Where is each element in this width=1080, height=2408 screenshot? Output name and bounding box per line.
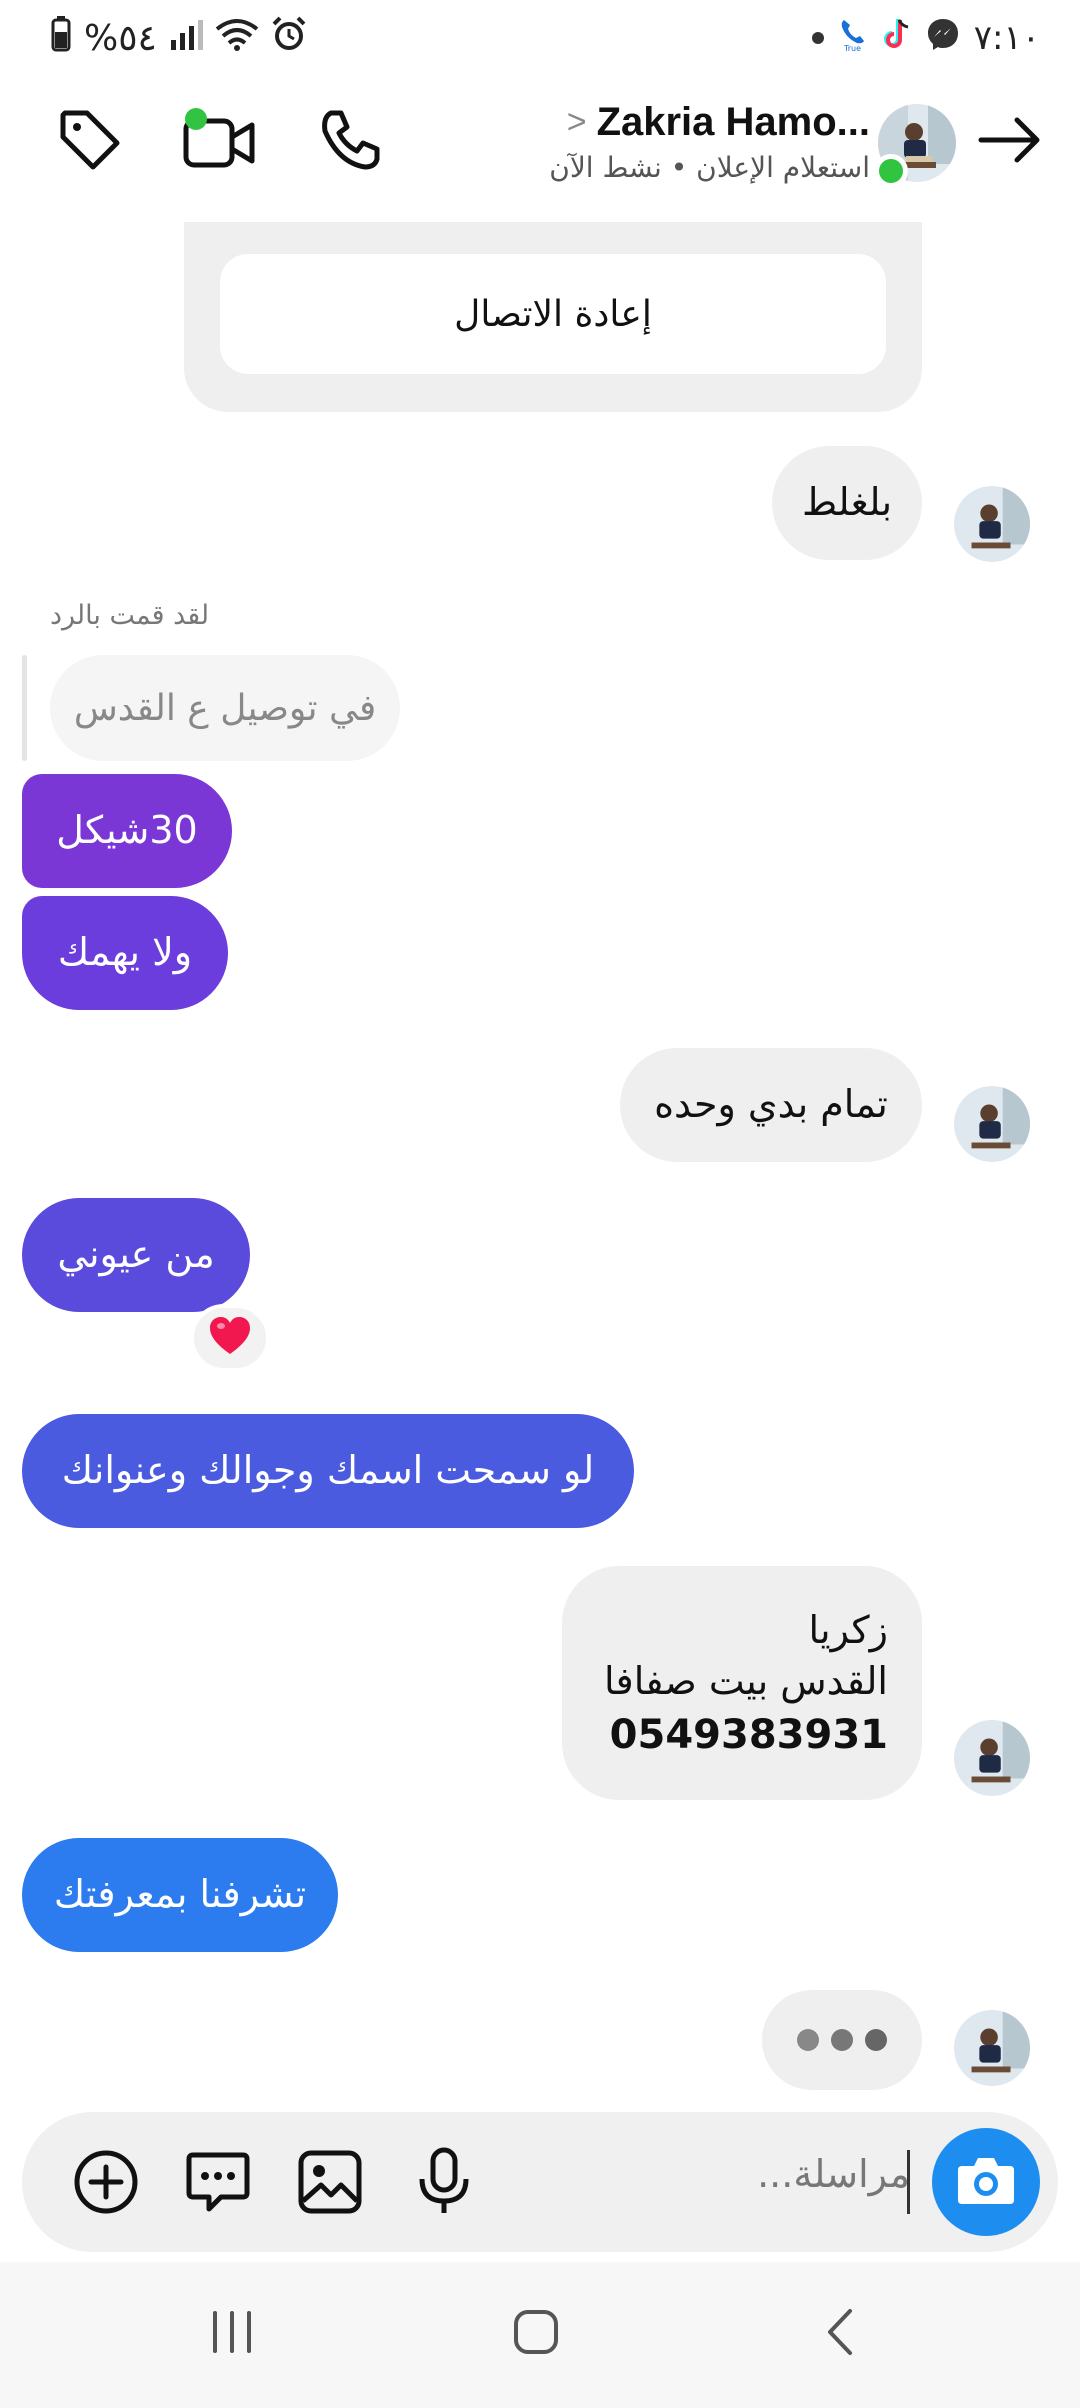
tiktok-icon <box>882 17 912 60</box>
typing-dot <box>797 2029 819 2051</box>
contact-status: استعلام الإعلان • نشط الآن <box>549 151 870 184</box>
outgoing-message[interactable]: تشرفنا بمعرفتك <box>22 1838 338 1952</box>
signal-icon <box>169 18 203 59</box>
sender-avatar <box>954 486 1030 562</box>
outgoing-message[interactable]: 30شيكل <box>22 774 232 888</box>
incoming-message[interactable]: بلغلط <box>772 446 922 560</box>
home-icon[interactable] <box>496 2292 576 2372</box>
messenger-icon <box>926 17 960 60</box>
outgoing-message[interactable]: من عيوني <box>22 1198 250 1312</box>
phone-number[interactable]: 0549383931 <box>610 1710 888 1760</box>
outgoing-message[interactable]: لو سمحت اسمك وجوالك وعنوانك <box>22 1414 634 1528</box>
status-right: True ٧:١٠ <box>811 14 1040 62</box>
reaction-badge[interactable] <box>190 1304 270 1372</box>
svg-text:True: True <box>843 44 861 52</box>
contact-info[interactable]: > Zakria Hamo... استعلام الإعلان • نشط ا… <box>450 100 870 184</box>
camera-icon <box>956 2154 1016 2210</box>
outgoing-message[interactable]: ولا يهمك <box>22 896 228 1010</box>
add-icon[interactable] <box>66 2142 146 2222</box>
alarm-icon <box>271 16 307 61</box>
call-card: إعادة الاتصال <box>184 222 922 412</box>
battery-icon <box>50 15 72 61</box>
contact-name: Zakria Hamo... <box>596 100 870 144</box>
status-bar: %٥٤ True ٧:١٠ <box>0 0 1080 76</box>
chat-bubble-icon[interactable] <box>178 2142 258 2222</box>
typing-dot <box>831 2029 853 2051</box>
sender-avatar <box>954 2010 1030 2086</box>
message-input[interactable]: مراسلة... <box>757 2152 910 2196</box>
status-left: %٥٤ <box>50 14 307 62</box>
video-call-icon[interactable] <box>180 100 260 180</box>
incoming-message-contact-details[interactable]: زكريا القدس بيت صفافا 0549383931 <box>562 1566 922 1800</box>
battery-percent: %٥٤ <box>84 17 157 59</box>
notification-dot-icon <box>811 32 824 44</box>
online-status-dot <box>874 154 908 188</box>
incoming-message[interactable]: تمام بدي وحده <box>620 1048 922 1162</box>
sender-avatar <box>954 1720 1030 1796</box>
system-nav-bar <box>0 2262 1080 2408</box>
heart-icon <box>208 1316 252 1360</box>
reply-label: لقد قمت بالرد <box>50 600 210 631</box>
chat-header: > Zakria Hamo... استعلام الإعلان • نشط ا… <box>0 80 1080 210</box>
sender-avatar <box>954 1086 1030 1162</box>
redial-button[interactable]: إعادة الاتصال <box>220 254 886 374</box>
microphone-icon[interactable] <box>404 2142 484 2222</box>
contact-title[interactable]: > Zakria Hamo... <box>450 100 870 145</box>
tag-icon[interactable] <box>50 100 130 180</box>
phone-true-icon: True <box>838 16 868 61</box>
image-gallery-icon[interactable] <box>290 2142 370 2222</box>
message-line: القدس بيت صفافا <box>603 1659 888 1703</box>
chevron-right-icon: > <box>566 103 587 141</box>
message-composer: مراسلة... <box>22 2112 1058 2252</box>
back-nav-icon[interactable] <box>800 2292 880 2372</box>
back-arrow-icon[interactable] <box>970 100 1050 180</box>
text-caret <box>907 2150 910 2214</box>
camera-button[interactable] <box>932 2128 1040 2236</box>
message-line: زكريا <box>808 1607 888 1652</box>
typing-indicator <box>762 1990 922 2090</box>
reply-bar <box>22 655 27 761</box>
recent-apps-icon[interactable] <box>192 2292 272 2372</box>
wifi-icon <box>215 17 259 60</box>
clock-time: ٧:١٠ <box>973 18 1040 58</box>
quoted-message[interactable]: في توصيل ع القدس <box>50 655 400 761</box>
phone-call-icon[interactable] <box>310 100 390 180</box>
typing-dot <box>865 2029 887 2051</box>
